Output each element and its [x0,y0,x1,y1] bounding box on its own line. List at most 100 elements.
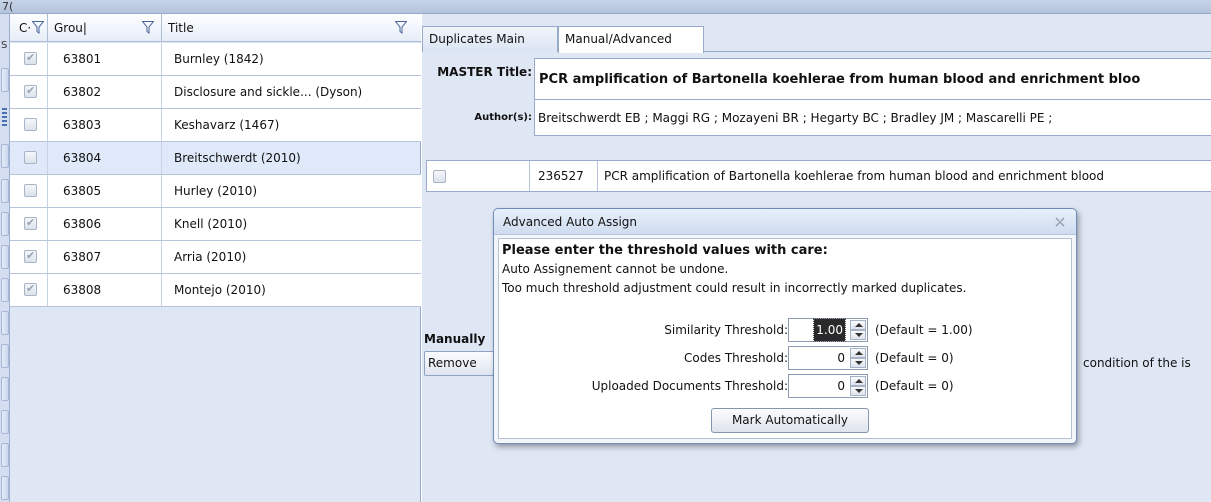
master-title-field: PCR amplification of Bartonella koehlera… [534,58,1211,100]
spinner-buttons[interactable] [850,376,866,396]
group-id-cell: 63807 [48,241,162,273]
table-row[interactable]: 63805 Hurley (2010) [10,175,421,208]
chevron-down-icon [855,361,863,365]
window-title-bar: 7( [0,0,1211,14]
table-row[interactable]: 63803 Keshavarz (1467) [10,109,421,142]
column-header-check[interactable]: C· [10,14,48,42]
advanced-auto-assign-dialog: Advanced Auto Assign Please enter the th… [493,208,1077,444]
row-check-cell[interactable] [10,175,48,207]
left-panel-label: S [1,40,8,51]
column-header-label: C· [19,21,32,35]
left-panel-tab[interactable] [1,278,9,302]
funnel-icon[interactable] [395,21,407,34]
uploaded-documents-threshold-label: Uploaded Documents Threshold: [591,379,788,393]
left-panel-tab[interactable] [1,212,9,236]
remove-button[interactable]: Remove [424,351,494,376]
left-panel-tab[interactable] [1,311,9,335]
row-check-cell[interactable]: ✔ [10,43,48,75]
duplicate-title: PCR amplification of Bartonella koehlera… [597,161,1104,191]
spin-down-button[interactable] [850,330,866,340]
row-check-cell[interactable] [10,109,48,141]
spinner-buttons[interactable] [850,320,866,340]
title-cell: Burnley (1842) [174,52,264,66]
checkbox-icon[interactable]: ✔ [24,249,37,263]
checkbox-icon[interactable] [24,184,37,197]
manually-label: Manually [424,332,486,346]
left-panel-tab[interactable] [1,377,9,401]
title-cell: Hurley (2010) [174,184,258,198]
check-mark-icon: ✔ [26,84,36,97]
group-id-cell: 63808 [48,274,162,306]
dialog-titlebar[interactable]: Advanced Auto Assign [494,209,1076,235]
similarity-threshold-label: Similarity Threshold: [664,323,788,337]
checkbox-icon[interactable]: ✔ [24,282,37,296]
chevron-up-icon [855,351,863,355]
checkbox-icon[interactable] [24,151,37,164]
codes-threshold-input[interactable]: 0 [788,346,868,370]
column-header-group[interactable]: Grou| [48,14,162,42]
checkbox-icon[interactable]: ✔ [24,216,37,230]
row-check-cell[interactable] [10,142,48,174]
left-panel-tab[interactable] [1,443,9,467]
close-icon[interactable] [1054,216,1066,228]
left-collapsed-panel[interactable]: S [0,14,10,502]
title-cell: Keshavarz (1467) [174,118,280,132]
checkbox-icon[interactable] [433,170,446,183]
uploaded-documents-threshold-value[interactable]: 0 [837,375,845,397]
master-title-value: PCR amplification of Bartonella koehlera… [539,72,1141,87]
title-cell: Arria (2010) [174,250,247,264]
table-row[interactable]: ✔ 63802 Disclosure and sickle... (Dyson) [10,76,421,109]
column-header-title[interactable]: Title [162,14,421,42]
tab-duplicates-main[interactable]: Duplicates Main [422,26,558,52]
dialog-title: Advanced Auto Assign [503,215,638,229]
chevron-up-icon [855,323,863,327]
checkbox-icon[interactable]: ✔ [24,51,37,65]
left-panel-tab[interactable] [1,476,9,500]
left-panel-tab[interactable] [1,68,9,92]
table-row[interactable]: ✔ 63807 Arria (2010) [10,241,421,274]
row-check-cell[interactable]: ✔ [10,76,48,108]
codes-threshold-label: Codes Threshold: [684,351,788,365]
left-panel-tab[interactable] [1,245,9,269]
uploaded-documents-threshold-input[interactable]: 0 [788,374,868,398]
row-check-cell[interactable]: ✔ [10,208,48,240]
table-row[interactable]: 63804 Breitschwerdt (2010) [10,142,421,175]
left-panel-tab[interactable] [1,410,9,434]
spin-up-button[interactable] [850,348,866,358]
row-check-cell[interactable]: ✔ [10,274,48,306]
title-cell: Montejo (2010) [174,283,266,297]
column-header-label: Title [168,21,194,35]
row-check-cell[interactable]: ✔ [10,241,48,273]
spin-up-button[interactable] [850,376,866,386]
checkbox-icon[interactable] [24,118,37,131]
warning-text-threshold: Too much threshold adjustment could resu… [502,281,967,295]
table-row[interactable]: ✔ 63806 Knell (2010) [10,208,421,241]
left-panel-tab[interactable] [1,344,9,368]
tab-manual-advanced[interactable]: Manual/Advanced [558,26,704,53]
spin-down-button[interactable] [850,386,866,396]
similarity-threshold-input[interactable]: 1.00 [788,318,868,342]
check-mark-icon: ✔ [26,216,36,229]
left-panel-tab[interactable] [1,179,9,203]
spinner-buttons[interactable] [850,348,866,368]
master-title-label: MASTER Title: [437,65,532,79]
title-cell: Disclosure and sickle... (Dyson) [174,85,363,99]
funnel-icon[interactable] [142,21,154,34]
uploaded-documents-threshold-default: (Default = 0) [875,379,954,393]
warning-heading: Please enter the threshold values with c… [502,243,828,258]
left-panel-tab[interactable] [1,144,9,168]
similarity-threshold-value[interactable]: 1.00 [813,318,846,342]
codes-threshold-value[interactable]: 0 [837,347,845,369]
splitter-grip-icon[interactable] [2,108,7,128]
chevron-up-icon [855,379,863,383]
similarity-threshold-default: (Default = 1.00) [875,323,973,337]
table-row[interactable]: ✔ 63801 Burnley (1842) [10,43,421,76]
checkbox-icon[interactable]: ✔ [24,84,37,98]
funnel-icon[interactable] [32,21,44,34]
duplicate-row[interactable]: 236527 PCR amplification of Bartonella k… [426,160,1211,192]
table-row[interactable]: ✔ 63808 Montejo (2010) [10,274,421,307]
mark-automatically-button[interactable]: Mark Automatically [711,408,869,433]
spin-down-button[interactable] [850,358,866,368]
authors-field: Breitschwerdt EB ; Maggi RG ; Mozayeni B… [534,100,1211,136]
spin-up-button[interactable] [850,320,866,330]
